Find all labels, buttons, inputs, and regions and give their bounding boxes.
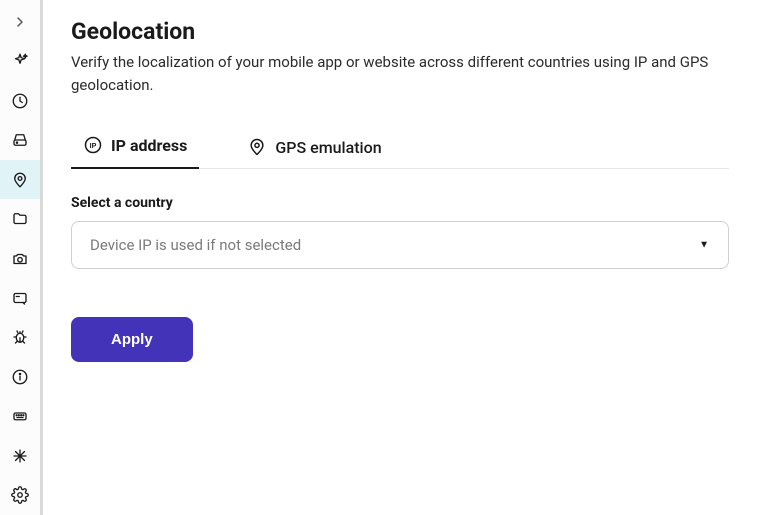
sidebar-info[interactable] xyxy=(0,357,40,396)
sidebar-folder[interactable] xyxy=(0,199,40,238)
svg-text:IP: IP xyxy=(90,142,97,150)
sidebar-storage[interactable] xyxy=(0,120,40,159)
sidebar-bug[interactable] xyxy=(0,318,40,357)
keyboard-icon xyxy=(11,407,29,425)
apply-button[interactable]: Apply xyxy=(71,317,193,362)
sidebar-expand[interactable] xyxy=(0,2,40,41)
info-icon xyxy=(11,368,29,386)
page-title: Geolocation xyxy=(71,18,729,45)
sidebar-settings[interactable] xyxy=(0,476,40,515)
sidebar-sparkle[interactable] xyxy=(0,41,40,80)
ip-icon: IP xyxy=(83,135,103,155)
sidebar-card[interactable] xyxy=(0,278,40,317)
clock-icon xyxy=(11,92,29,110)
gear-icon xyxy=(11,486,29,504)
chevron-right-icon xyxy=(12,14,28,30)
network-icon xyxy=(11,447,29,465)
tab-ip-label: IP address xyxy=(111,136,187,155)
country-label: Select a country xyxy=(71,195,729,211)
pin-icon xyxy=(247,137,267,157)
country-select-wrap: Device IP is used if not selected ▼ xyxy=(71,221,729,269)
sidebar-camera[interactable] xyxy=(0,239,40,278)
storage-icon xyxy=(11,131,29,149)
sparkle-icon xyxy=(11,52,29,70)
folder-icon xyxy=(11,210,29,228)
bug-icon xyxy=(11,328,29,346)
sidebar-network[interactable] xyxy=(0,436,40,475)
camera-icon xyxy=(11,250,29,268)
tab-gps-label: GPS emulation xyxy=(275,138,381,157)
tabs: IP IP address GPS emulation xyxy=(71,126,729,169)
sidebar xyxy=(0,0,40,515)
location-icon xyxy=(11,171,29,189)
form-section: Select a country Device IP is used if no… xyxy=(71,195,729,362)
sidebar-keyboard[interactable] xyxy=(0,397,40,436)
sidebar-location[interactable] xyxy=(0,160,40,199)
sidebar-clock[interactable] xyxy=(0,81,40,120)
tab-gps-emulation[interactable]: GPS emulation xyxy=(235,129,393,169)
card-icon xyxy=(11,289,29,307)
country-select[interactable]: Device IP is used if not selected xyxy=(71,221,729,269)
tab-ip-address[interactable]: IP IP address xyxy=(71,127,199,169)
main-content: Geolocation Verify the localization of y… xyxy=(43,0,757,515)
page-subtitle: Verify the localization of your mobile a… xyxy=(71,51,729,96)
